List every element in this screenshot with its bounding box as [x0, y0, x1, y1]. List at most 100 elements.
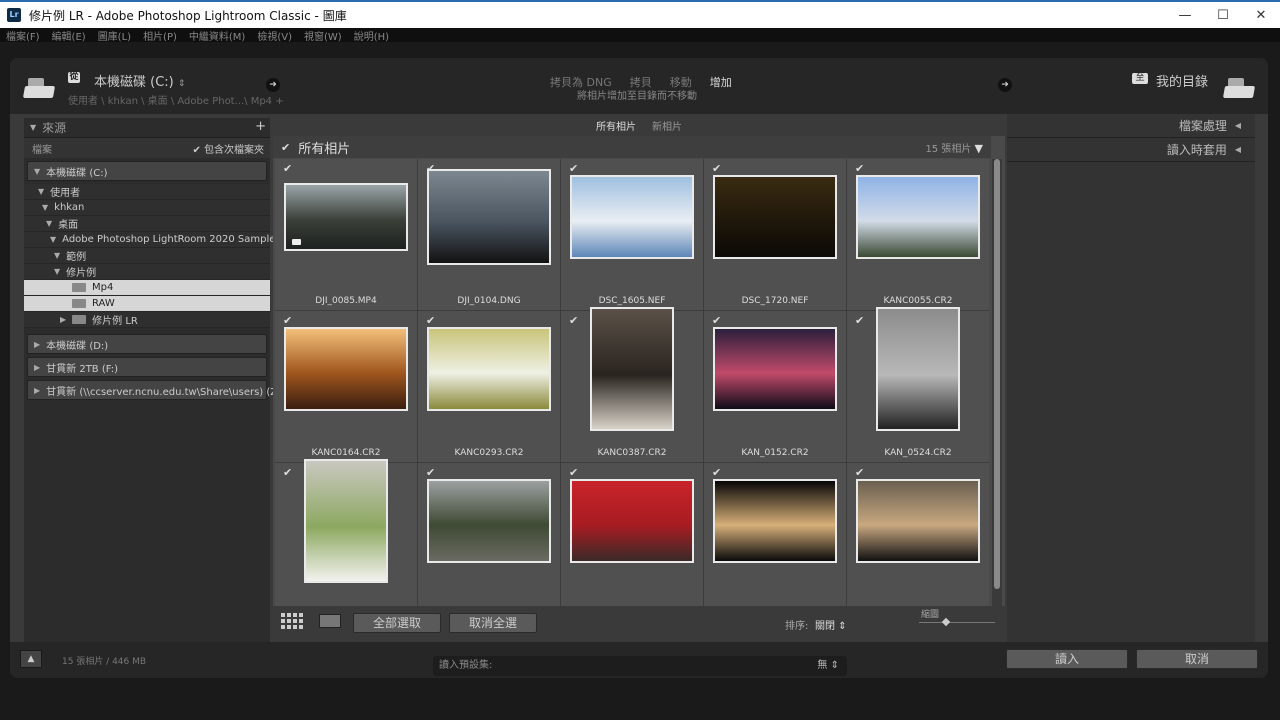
menu-view[interactable]: 檢視(V)	[257, 28, 292, 43]
expand-triangle-icon: ▼	[54, 251, 61, 260]
expand-up-icon[interactable]: ▲	[20, 650, 42, 668]
thumbnail-size-slider-handle[interactable]	[941, 617, 951, 627]
photo-cell[interactable]: ✔ DSC_1720.NEF	[704, 159, 846, 310]
folder-khkan[interactable]: ▼ khkan	[24, 200, 270, 216]
folder-icon	[72, 299, 86, 308]
photo-thumbnail[interactable]	[876, 307, 960, 431]
photo-checkbox[interactable]: ✔	[426, 466, 435, 479]
menu-window[interactable]: 視窗(W)	[304, 28, 342, 43]
deselect-all-button[interactable]: 取消全選	[449, 613, 537, 633]
add-source-icon[interactable]: +	[255, 119, 266, 134]
photo-thumbnail[interactable]	[304, 459, 388, 583]
import-preset-value: 無	[817, 660, 828, 671]
loupe-view-icon[interactable]	[319, 614, 341, 628]
destination-panel: 檔案處理 ◀ 讀入時套用 ◀	[1007, 114, 1255, 642]
photo-checkbox[interactable]: ✔	[855, 466, 864, 479]
photo-thumbnail[interactable]	[713, 175, 837, 259]
import-preset-dropdown[interactable]: 讀入預設集: 無 ⇕	[433, 656, 847, 676]
photo-thumbnail[interactable]	[427, 169, 551, 265]
folder-mp4[interactable]: Mp4	[24, 280, 270, 296]
apply-during-import-section[interactable]: 讀入時套用 ◀	[1007, 138, 1255, 162]
cancel-button[interactable]: 取消	[1136, 649, 1258, 669]
photo-checkbox[interactable]: ✔	[283, 466, 292, 479]
photo-checkbox[interactable]: ✔	[712, 162, 721, 175]
photo-thumbnail[interactable]	[856, 175, 980, 259]
sort-dropdown[interactable]: 關閉 ⇕	[815, 617, 847, 632]
photo-cell[interactable]: ✔DJI_0104.DNG	[418, 159, 560, 310]
minimize-button[interactable]: —	[1166, 2, 1204, 28]
collapsed-triangle-icon: ▶	[34, 362, 41, 372]
photo-cell[interactable]: ✔	[561, 463, 703, 614]
close-button[interactable]: ✕	[1242, 2, 1280, 28]
menu-photo[interactable]: 相片(P)	[143, 28, 177, 43]
select-all-button[interactable]: 全部選取	[353, 613, 441, 633]
menu-edit[interactable]: 編輯(E)	[52, 28, 86, 43]
menu-help[interactable]: 說明(H)	[354, 28, 389, 43]
folder-users[interactable]: ▼ 使用者	[24, 184, 270, 200]
photo-checkbox[interactable]: ✔	[426, 314, 435, 327]
photo-checkbox[interactable]: ✔	[712, 314, 721, 327]
photo-thumbnail[interactable]	[284, 327, 408, 411]
photo-thumbnail[interactable]	[856, 479, 980, 563]
thumbnail-size-slider[interactable]	[919, 622, 995, 623]
drive-z[interactable]: ▶ 甘貫新 (\\ccserver.ncnu.edu.tw\Share\users…	[27, 380, 284, 400]
drive-f[interactable]: ▶ 甘貫新 2TB (F:)	[27, 357, 267, 377]
photo-cell[interactable]: ✔ KANC0164.CR2	[275, 311, 417, 462]
include-subfolders-checkbox[interactable]: ✔ 包含次檔案夾	[192, 141, 264, 156]
expand-triangle-icon: ▼	[46, 219, 53, 228]
drive-c[interactable]: ▼ 本機磁碟 (C:)	[27, 161, 267, 181]
folder-retouch-lr[interactable]: ▶ 修片例 LR	[24, 312, 270, 328]
file-handling-section[interactable]: 檔案處理 ◀	[1007, 114, 1255, 138]
photo-cell[interactable]: ✔ DJI_0085.MP4	[275, 159, 417, 310]
photo-checkbox[interactable]: ✔	[712, 466, 721, 479]
photo-checkbox[interactable]: ✔	[569, 314, 578, 327]
maximize-button[interactable]: ☐	[1204, 2, 1242, 28]
menu-file[interactable]: 檔案(F)	[6, 28, 40, 43]
scrollbar-thumb[interactable]	[994, 159, 1000, 589]
grid-scrollbar[interactable]	[992, 159, 1002, 619]
folder-raw[interactable]: RAW	[24, 296, 270, 312]
photo-thumbnail[interactable]	[570, 479, 694, 563]
photo-thumbnail[interactable]	[570, 175, 694, 259]
import-button[interactable]: 讀入	[1006, 649, 1128, 669]
menu-library[interactable]: 圖庫(L)	[98, 28, 131, 43]
source-arrow-icon[interactable]: ➜	[266, 78, 280, 92]
folder-lr-sample[interactable]: ▼ Adobe Photoshop LightRoom 2020 Sample	[24, 232, 275, 248]
photo-checkbox[interactable]: ✔	[855, 162, 864, 175]
photo-thumbnail[interactable]	[590, 307, 674, 431]
photo-checkbox[interactable]: ✔	[855, 314, 864, 327]
photo-thumbnail[interactable]	[713, 479, 837, 563]
folder-desktop[interactable]: ▼ 桌面	[24, 216, 270, 232]
photo-thumbnail[interactable]	[284, 183, 408, 251]
photo-cell[interactable]: ✔ DSC_1605.NEF	[561, 159, 703, 310]
tab-all-photos[interactable]: 所有相片	[596, 118, 636, 133]
select-all-checkbox[interactable]: ✔	[281, 141, 290, 154]
photo-thumbnail[interactable]	[427, 479, 551, 563]
menu-metadata[interactable]: 中繼資料(M)	[189, 28, 245, 43]
photo-checkbox[interactable]: ✔	[569, 466, 578, 479]
source-panel-header[interactable]: ▼ 來源 +	[24, 118, 270, 138]
drive-d[interactable]: ▶ 本機磁碟 (D:)	[27, 334, 267, 354]
photo-cell[interactable]: ✔	[418, 463, 560, 614]
folder-examples[interactable]: ▼ 範例	[24, 248, 270, 264]
photo-cell[interactable]: ✔ KAN_0152.CR2	[704, 311, 846, 462]
photo-cell[interactable]: ✔	[275, 459, 417, 614]
photo-cell[interactable]: ✔	[704, 463, 846, 614]
photo-cell[interactable]: ✔ KANC0055.CR2	[847, 159, 989, 310]
source-selector[interactable]: 本機磁碟 (C:) ⇕	[94, 71, 185, 90]
destination-arrow-icon[interactable]: ➜	[998, 78, 1012, 92]
photo-checkbox[interactable]: ✔	[569, 162, 578, 175]
folder-retouch[interactable]: ▼ 修片例	[24, 264, 270, 280]
photo-cell[interactable]: ✔ KANC0387.CR2	[561, 307, 703, 462]
photo-cell[interactable]: ✔	[847, 463, 989, 614]
sort-updown-icon: ⇕	[838, 621, 847, 632]
photo-cell[interactable]: ✔ KANC0293.CR2	[418, 311, 560, 462]
mode-add[interactable]: 增加	[710, 74, 732, 90]
photo-thumbnail[interactable]	[713, 327, 837, 411]
photo-checkbox[interactable]: ✔	[283, 162, 292, 175]
grid-view-icon[interactable]	[281, 613, 303, 629]
photo-cell[interactable]: ✔ KAN_0524.CR2	[847, 307, 989, 462]
tab-new-photos[interactable]: 新相片	[652, 118, 682, 133]
photo-checkbox[interactable]: ✔	[283, 314, 292, 327]
photo-thumbnail[interactable]	[427, 327, 551, 411]
